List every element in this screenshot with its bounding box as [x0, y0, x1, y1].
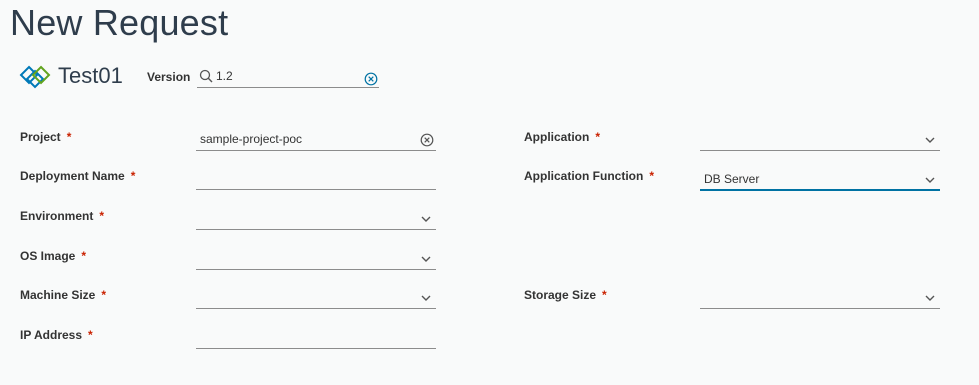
required-marker: *: [88, 328, 93, 342]
application-label: Application *: [524, 130, 601, 144]
version-field[interactable]: [197, 66, 379, 88]
project-label: Project *: [20, 130, 72, 144]
version-label: Version: [147, 70, 191, 84]
ip-address-field[interactable]: [196, 326, 436, 349]
clear-icon[interactable]: [364, 72, 378, 86]
chevron-down-icon: [421, 295, 431, 301]
application-function-value: DB Server: [704, 172, 760, 186]
required-marker: *: [99, 209, 105, 223]
blueprint-logo-icon: [19, 65, 51, 89]
ip-address-input[interactable]: [200, 328, 400, 346]
required-marker: *: [81, 249, 87, 263]
application-select[interactable]: [700, 128, 940, 151]
required-marker: *: [649, 169, 654, 183]
machine-size-label: Machine Size *: [20, 288, 107, 302]
machine-size-select[interactable]: [196, 286, 436, 309]
required-marker: *: [602, 288, 607, 302]
search-icon: [199, 69, 213, 83]
environment-select[interactable]: [196, 207, 436, 230]
environment-label: Environment *: [20, 209, 105, 223]
deployment-name-input[interactable]: [200, 169, 400, 187]
chevron-down-icon: [421, 216, 431, 222]
chevron-down-icon: [421, 256, 431, 262]
application-function-select[interactable]: DB Server: [700, 168, 940, 191]
storage-size-select[interactable]: [700, 286, 940, 309]
ip-address-label: IP Address *: [20, 328, 93, 342]
required-marker: *: [595, 130, 601, 144]
clear-icon[interactable]: [420, 133, 434, 147]
chevron-down-icon: [925, 295, 935, 301]
page-title: New Request: [10, 2, 229, 43]
required-marker: *: [101, 288, 107, 302]
chevron-down-icon: [925, 137, 935, 143]
storage-size-label: Storage Size *: [524, 288, 607, 302]
chevron-down-icon: [925, 177, 935, 183]
required-marker: *: [66, 130, 72, 144]
deployment-name-label: Deployment Name *: [20, 169, 136, 183]
required-marker: *: [130, 169, 136, 183]
os-image-select[interactable]: [196, 247, 436, 270]
project-field[interactable]: [196, 128, 436, 151]
blueprint-name: Test01: [58, 63, 123, 88]
os-image-label: OS Image *: [20, 249, 87, 263]
deployment-name-field[interactable]: [196, 167, 436, 190]
project-input[interactable]: [200, 130, 400, 148]
version-input[interactable]: [216, 67, 356, 85]
application-function-label: Application Function *: [524, 169, 654, 183]
